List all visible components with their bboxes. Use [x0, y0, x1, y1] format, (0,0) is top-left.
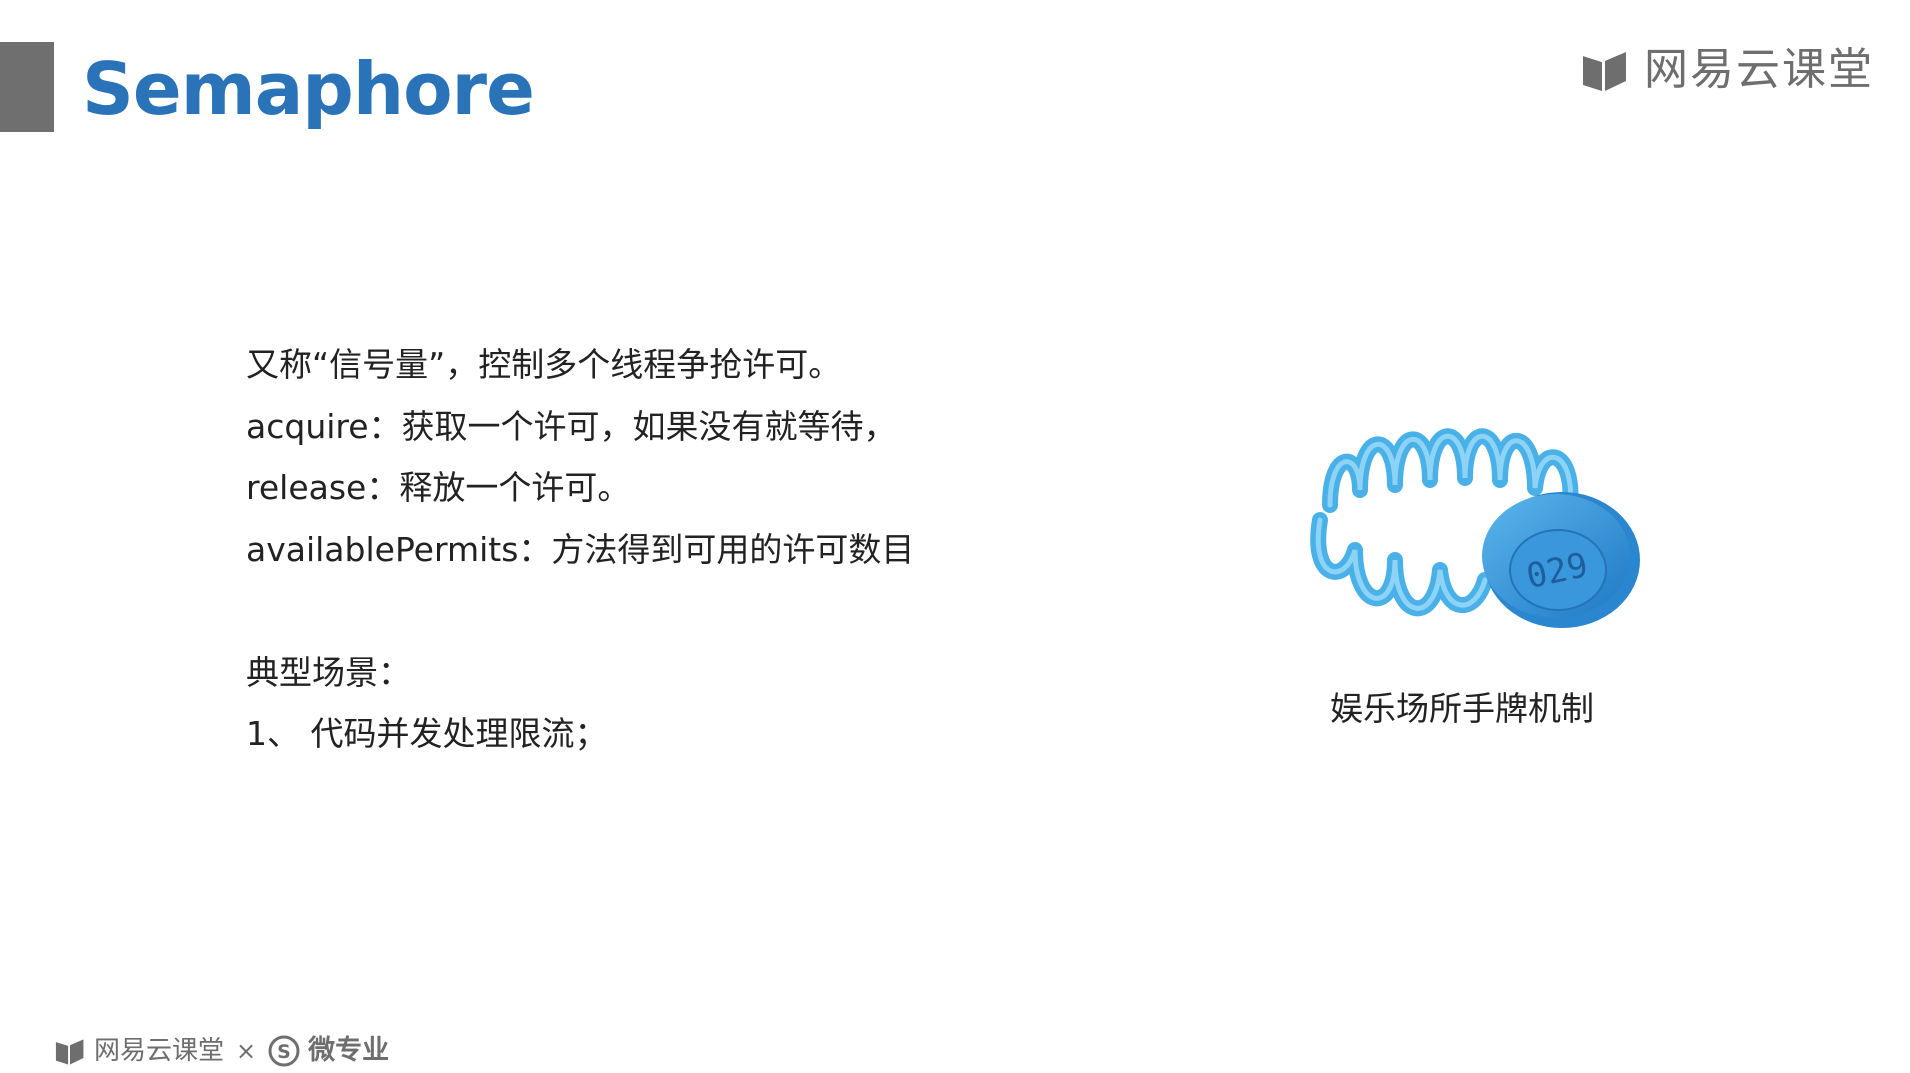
- footer-separator: ×: [236, 1037, 257, 1065]
- scenario-item: 1、 代码并发处理限流；: [246, 714, 608, 753]
- book-logo-icon: [55, 1038, 84, 1065]
- slide-body: 又称“信号量”，控制多个线程争抢许可。 acquire：获取一个许可，如果没有就…: [246, 334, 914, 765]
- footer-brand: 网易云课堂 × S 微专业: [54, 1032, 389, 1070]
- body-line: release：释放一个许可。: [246, 468, 631, 507]
- slide-title: Semaphore: [82, 47, 535, 131]
- footer-micro-major: 微专业: [308, 1035, 390, 1066]
- wristband-image: 029: [1310, 428, 1640, 628]
- footer-brand-name: 网易云课堂: [94, 1036, 225, 1066]
- book-logo-icon: [1582, 50, 1627, 91]
- scenario-heading: 典型场景：: [246, 652, 411, 692]
- brand-name: 网易云课堂: [1644, 44, 1874, 95]
- micro-major-logo-icon: S: [268, 1035, 300, 1067]
- brand-logo-top: 网易云课堂: [1580, 42, 1874, 98]
- body-line: acquire：获取一个许可，如果没有就等待，: [246, 406, 897, 446]
- body-line: availablePermits：方法得到可用的许可数目: [246, 529, 915, 569]
- micro-badge-letter: S: [277, 1041, 291, 1063]
- image-caption: 娱乐场所手牌机制: [1330, 689, 1594, 728]
- body-line: 又称“信号量”，控制多个线程争抢许可。: [246, 345, 842, 384]
- title-accent-bar: [0, 42, 54, 132]
